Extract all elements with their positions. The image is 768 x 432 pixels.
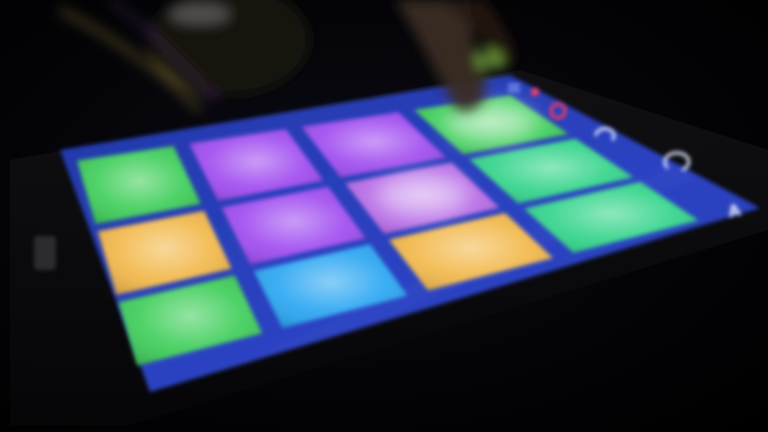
- record-icon[interactable]: [531, 88, 539, 96]
- drum-pad-scene: A: [10, 0, 768, 425]
- pad-glow: [377, 173, 468, 218]
- tablet-side-button: [34, 236, 56, 270]
- drum-pad-photo: A: [0, 0, 768, 432]
